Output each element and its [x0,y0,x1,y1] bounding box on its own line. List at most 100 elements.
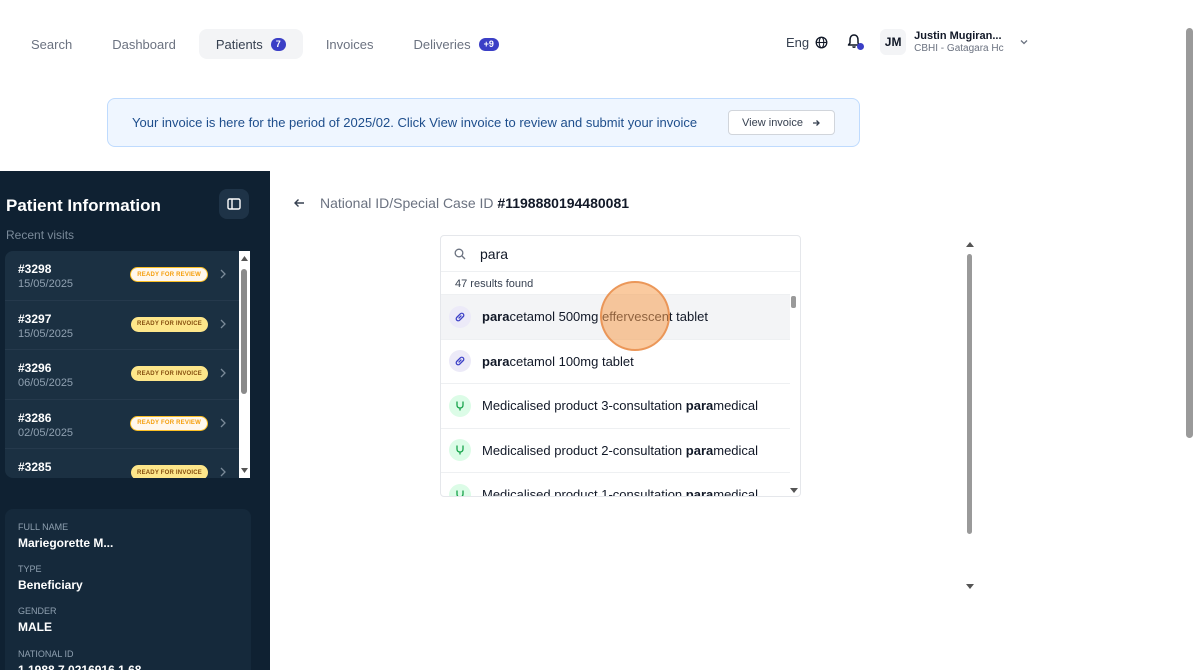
visit-id: #3297 [18,311,52,326]
recent-visits-list: #3298 15/05/2025 READY FOR REVIEW #3297 … [5,251,239,478]
user-name: Justin Mugiran... [914,29,1002,42]
result-pre: Medicalised product 1-consultation [482,487,686,497]
pill-icon [449,350,471,373]
avatar: JM [880,29,907,55]
result-match: para [685,442,714,458]
visit-item[interactable]: #3296 06/05/2025 READY FOR INVOICE [5,350,239,400]
recent-visits-label: Recent visits [6,228,75,242]
visit-id: #3285 [18,460,52,474]
nav-patients[interactable]: Patients 7 [198,29,303,59]
sidebar-panel-icon [227,198,241,210]
gender-label: GENDER [18,606,57,616]
result-item[interactable]: Medicalised product 1-consultation param… [441,472,790,497]
chevron-down-icon [1020,40,1028,45]
visit-date: 02/05/2025 [18,426,74,439]
notification-dot [857,43,865,50]
status-badge: READY FOR INVOICE [131,465,208,478]
visits-scrollbar[interactable] [239,251,250,478]
sidebar-title: Patient Information [6,196,161,215]
nav-label: Deliveries [413,36,471,52]
invoice-banner: Your invoice is here for the period of 2… [107,98,860,147]
status-badge: READY FOR REVIEW [130,415,208,431]
heading-id: #1198880194480081 [497,195,630,211]
result-text: Medicalised product 3-consultation param… [482,398,758,413]
nav-label: Patients [215,36,263,52]
page-title: National ID/Special Case ID #11988801944… [320,195,629,211]
result-text: paracetamol 100mg tablet [482,354,634,369]
user-org: CBHI - Gatagara Hc [914,42,1004,54]
result-item[interactable]: Medicalised product 2-consultation param… [441,427,790,473]
user-menu[interactable]: JM Justin Mugiran... CBHI - Gatagara Hc [880,29,1029,55]
view-invoice-button[interactable]: View invoice [728,110,835,135]
search-input[interactable] [480,245,760,262]
stethoscope-icon [449,483,471,496]
stethoscope-icon [449,439,471,462]
scrollbar-thumb[interactable] [1186,28,1193,438]
visit-id: #3298 [18,262,52,276]
stethoscope-icon [449,394,471,417]
sidebar-toggle-button[interactable] [219,189,249,219]
nav-label: Invoices [325,36,374,52]
visit-id: #3296 [18,361,52,375]
visit-item[interactable]: #3286 02/05/2025 READY FOR REVIEW [5,400,239,449]
card-scrollbar[interactable] [964,239,976,592]
result-item[interactable]: paracetamol 100mg tablet [441,338,790,384]
nav-deliveries[interactable]: Deliveries +9 [397,29,516,59]
status-badge: READY FOR INVOICE [131,316,208,332]
deliveries-count-badge: +9 [478,37,499,51]
result-post: medical [713,398,759,414]
visit-date: 06/05/2025 [18,377,74,389]
results-list: paracetamol 500mg effervescent tablet pa… [441,294,790,497]
nav-search[interactable]: Search [14,29,89,59]
language-selector[interactable]: Eng [786,35,828,50]
scroll-down-arrow-icon [241,468,248,473]
scrollbar-thumb[interactable] [241,269,247,394]
nav-label: Search [31,36,73,52]
language-label: Eng [786,34,810,50]
visit-date: 15/05/2025 [18,327,74,340]
patient-details-card: FULL NAME Mariegorette M... TYPE Benefic… [5,509,251,670]
app-root: Search Dashboard Patients 7 Invoices Deli… [0,0,1200,670]
visit-id: #3286 [18,410,52,425]
arrow-right-icon [813,119,820,126]
results-scrollbar[interactable] [788,294,800,496]
result-text: Medicalised product 2-consultation param… [482,443,758,458]
result-item[interactable]: paracetamol 500mg effervescent tablet [441,294,790,339]
type-label: TYPE [18,564,42,574]
page-scrollbar[interactable] [1184,28,1196,438]
result-text: Medicalised product 1-consultation param… [482,487,758,497]
visit-item[interactable]: #3297 15/05/2025 READY FOR INVOICE [5,301,239,350]
full-name-value: Mariegorette M... [18,536,114,550]
banner-message: Your invoice is here for the period of 2… [132,115,698,130]
scroll-up-arrow-icon [966,242,974,247]
scroll-down-arrow-icon [790,488,798,493]
result-match: para [482,309,510,325]
nav-label: Dashboard [112,36,176,52]
back-arrow-icon[interactable] [292,196,306,210]
top-nav: Search Dashboard Patients 7 Invoices Deli… [14,29,516,59]
top-right-controls: Eng JM Justin Mugiran... CBHI - Gatagara… [786,29,1030,55]
scrollbar-thumb[interactable] [791,296,796,308]
pill-icon [449,305,471,328]
result-post: cetamol 500mg effervescent tablet [509,309,708,325]
chevron-right-icon [220,368,226,378]
view-invoice-label: View invoice [742,116,803,129]
scrollbar-thumb[interactable] [967,254,972,534]
notifications-button[interactable] [846,33,865,51]
result-item[interactable]: Medicalised product 3-consultation param… [441,383,790,428]
chevron-right-icon [220,319,226,328]
nav-dashboard[interactable]: Dashboard [95,29,193,59]
status-badge: READY FOR INVOICE [131,366,208,381]
scroll-up-arrow-icon [241,256,248,261]
result-post: medical [713,442,759,458]
results-count: 47 results found [455,278,534,290]
visit-item[interactable]: #3285 READY FOR INVOICE [5,449,239,478]
type-value: Beneficiary [18,578,83,592]
chevron-right-icon [220,418,226,427]
visit-item[interactable]: #3298 15/05/2025 READY FOR REVIEW [5,251,239,301]
user-details: Justin Mugiran... CBHI - Gatagara Hc [914,30,1003,55]
patients-count-badge: 7 [270,37,286,51]
nav-invoices[interactable]: Invoices [309,29,391,59]
search-icon [454,248,466,259]
gender-value: MALE [18,620,52,634]
